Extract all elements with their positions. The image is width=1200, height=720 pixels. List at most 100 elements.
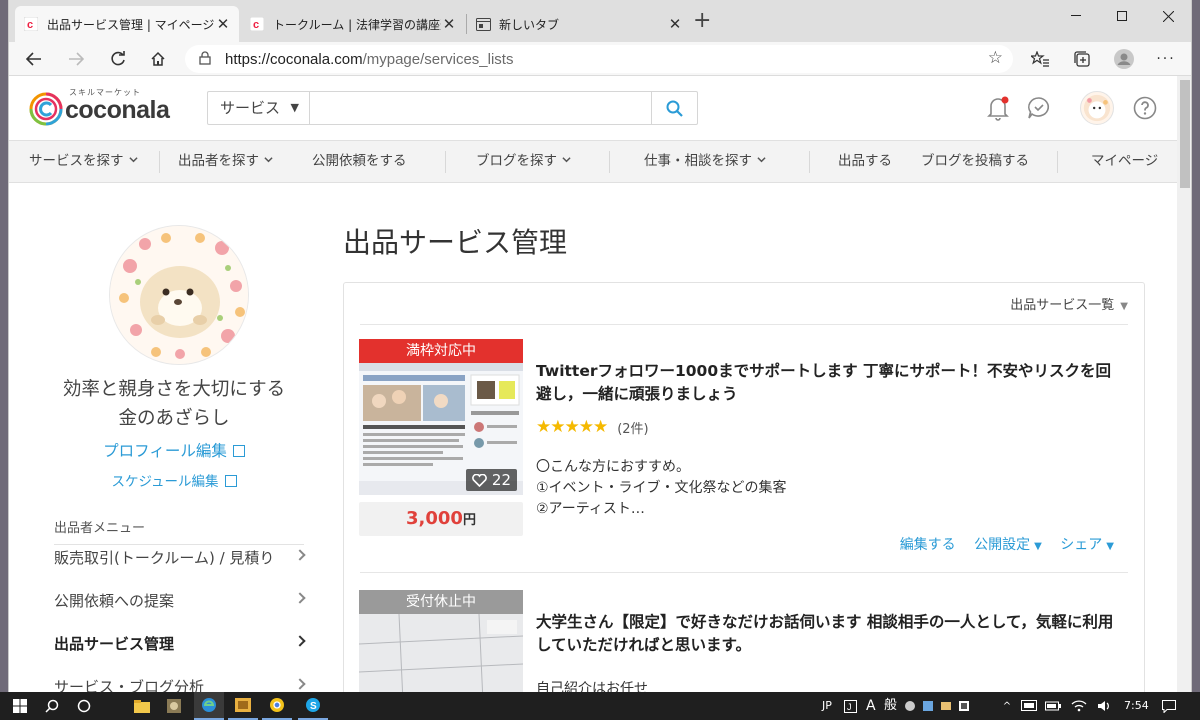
clock-time[interactable]: 7:54 xyxy=(1124,692,1149,720)
search-category-select[interactable]: サービス ▼ xyxy=(208,92,310,124)
coconala-logo-mark xyxy=(29,92,63,126)
svg-text:S: S xyxy=(310,701,317,712)
ime-pad-icon[interactable]: J xyxy=(842,692,858,720)
address-bar[interactable]: https://coconala.com/mypage/services_lis… xyxy=(185,45,1013,73)
close-tab-icon[interactable]: ✕ xyxy=(667,15,683,33)
app-window-icon[interactable] xyxy=(228,692,258,720)
nav-find-blogs[interactable]: ブログを探す xyxy=(476,141,571,182)
service-thumbnail[interactable]: 満枠対応中 22 xyxy=(359,339,523,499)
minimize-icon[interactable] xyxy=(1053,0,1099,32)
nav-label: サービスを探す xyxy=(29,153,124,169)
service-title[interactable]: Twitterフォロワー1000までサポートします 丁寧にサポート！不安やリスク… xyxy=(536,360,1126,406)
divider xyxy=(360,572,1128,573)
new-tab-plus-icon[interactable]: + xyxy=(693,8,711,34)
page-title: 出品サービス管理 xyxy=(343,226,568,259)
skype-icon[interactable]: S xyxy=(298,692,328,720)
notification-bell-icon[interactable] xyxy=(982,92,1014,124)
service-list-panel: 出品サービス一覧 ▼ 満枠対応中 22 3,000円 Twitterフォロワー1… xyxy=(343,282,1145,692)
message-bubble-icon[interactable] xyxy=(1023,92,1055,124)
forward-arrow-icon[interactable] xyxy=(61,44,91,74)
description-line: 自己紹介はお任せ xyxy=(536,681,648,692)
nav-mypage[interactable]: マイページ xyxy=(1091,141,1158,182)
menu-item-label: 公開依頼への提案 xyxy=(54,592,175,610)
chevron-down-icon xyxy=(128,157,138,163)
share-dropdown[interactable]: シェア ▼ xyxy=(1060,537,1114,553)
chrome-browser-icon[interactable] xyxy=(262,692,292,720)
visibility-settings-dropdown[interactable]: 公開設定 ▼ xyxy=(974,537,1042,553)
profile-icon[interactable] xyxy=(1109,44,1139,74)
tab-newtab[interactable]: 新しいタブ ✕ xyxy=(467,6,691,42)
menu-item-proposals[interactable]: 公開依頼への提案 xyxy=(54,590,306,614)
nav-post-blog[interactable]: ブログを投稿する xyxy=(921,141,1029,182)
menu-item-service-management[interactable]: 出品サービス管理 xyxy=(54,633,306,657)
more-menu-icon[interactable]: ··· xyxy=(1151,44,1181,74)
windows-start-icon[interactable] xyxy=(6,692,34,720)
favorite-star-icon[interactable]: ☆ xyxy=(988,48,1003,68)
collections-icon[interactable] xyxy=(1067,44,1097,74)
nav-find-sellers[interactable]: 出品者を探す xyxy=(178,141,273,182)
nav-find-jobs[interactable]: 仕事・相談を探す xyxy=(644,141,766,182)
svg-text:J: J xyxy=(847,702,852,712)
battery-icon[interactable] xyxy=(1042,692,1064,720)
search-button[interactable] xyxy=(651,92,697,124)
profile-edit-link[interactable]: プロフィール編集 xyxy=(9,439,339,461)
service-list-dropdown[interactable]: 出品サービス一覧 ▼ xyxy=(1010,294,1128,313)
caret-down-icon: ▼ xyxy=(1106,541,1114,552)
ime-settings-icon[interactable] xyxy=(938,692,954,720)
ime-language[interactable]: JP xyxy=(822,692,832,720)
refresh-icon[interactable] xyxy=(103,44,133,74)
search-input[interactable] xyxy=(312,94,647,122)
network-icon[interactable] xyxy=(1018,692,1040,720)
divider xyxy=(360,324,1128,325)
home-icon[interactable] xyxy=(143,44,173,74)
nav-label: 出品する xyxy=(838,153,892,169)
coconala-logo[interactable]: スキルマーケット coconala xyxy=(29,86,189,130)
seller-menu-heading: 出品者メニュー xyxy=(54,517,304,545)
file-explorer-icon[interactable] xyxy=(128,692,156,720)
favorites-list-icon[interactable] xyxy=(1025,44,1055,74)
service-title[interactable]: 大学生さん【限定】で好きなだけお話伺います 相談相手の一人として，気軽に利用して… xyxy=(536,611,1126,657)
edge-browser-icon[interactable] xyxy=(194,692,224,720)
schedule-edit-link[interactable]: スケジュール編集 xyxy=(9,470,339,490)
menu-item-analytics[interactable]: サービス・ブログ分析 xyxy=(54,676,306,692)
back-arrow-icon[interactable] xyxy=(19,44,49,74)
cortana-icon[interactable] xyxy=(72,692,96,720)
ime-dictionary-icon[interactable] xyxy=(920,692,936,720)
tray-chevron-up-icon[interactable]: ^ xyxy=(1000,692,1014,720)
help-circle-icon[interactable] xyxy=(1129,92,1161,124)
wifi-icon[interactable] xyxy=(1068,692,1090,720)
nav-label: 仕事・相談を探す xyxy=(644,153,752,169)
status-badge: 受付休止中 xyxy=(359,590,523,614)
nav-public-request[interactable]: 公開依頼をする xyxy=(312,141,407,182)
site-header: スキルマーケット coconala サービス ▼ xyxy=(9,76,1177,140)
profile-avatar xyxy=(109,225,249,365)
search-icon[interactable] xyxy=(40,692,64,720)
maximize-icon[interactable] xyxy=(1099,0,1145,32)
ime-kana-icon[interactable] xyxy=(956,692,972,720)
close-tab-icon[interactable]: ✕ xyxy=(215,15,231,33)
tab-talkroom[interactable]: c トークルーム | 法律学習の講座選びや ✕ xyxy=(241,6,465,42)
profile-edit-label: プロフィール編集 xyxy=(103,442,227,460)
service-actions: 編集する 公開設定 ▼ シェア ▼ xyxy=(886,534,1114,554)
user-avatar[interactable] xyxy=(1080,91,1114,125)
close-window-icon[interactable] xyxy=(1145,0,1191,32)
edit-link[interactable]: 編集する xyxy=(900,537,956,553)
share-label: シェア xyxy=(1060,537,1103,553)
favorite-count[interactable]: 22 xyxy=(465,469,517,491)
nav-find-services[interactable]: サービスを探す xyxy=(29,141,138,182)
tab-services[interactable]: c 出品サービス管理 | マイページ | ココナ ✕ xyxy=(15,6,239,42)
menu-item-sales-talkroom[interactable]: 販売取引(トークルーム) / 見積り xyxy=(54,547,306,571)
page-scrollbar[interactable] xyxy=(1177,76,1191,692)
ime-input-mode[interactable]: A xyxy=(866,692,876,720)
service-price: 3,000円 xyxy=(359,502,523,536)
service-thumbnail[interactable]: 受付休止中 xyxy=(359,590,523,692)
close-tab-icon[interactable]: ✕ xyxy=(441,15,457,33)
volume-icon[interactable] xyxy=(1094,692,1116,720)
scrollbar-thumb[interactable] xyxy=(1180,80,1190,188)
chevron-right-icon xyxy=(294,635,306,647)
app-pinned-icon[interactable] xyxy=(160,692,188,720)
nav-sell[interactable]: 出品する xyxy=(838,141,892,182)
ime-conversion-mode[interactable]: 般 xyxy=(884,692,897,720)
ime-tool-icon[interactable] xyxy=(902,692,918,720)
action-center-icon[interactable] xyxy=(1158,692,1180,720)
